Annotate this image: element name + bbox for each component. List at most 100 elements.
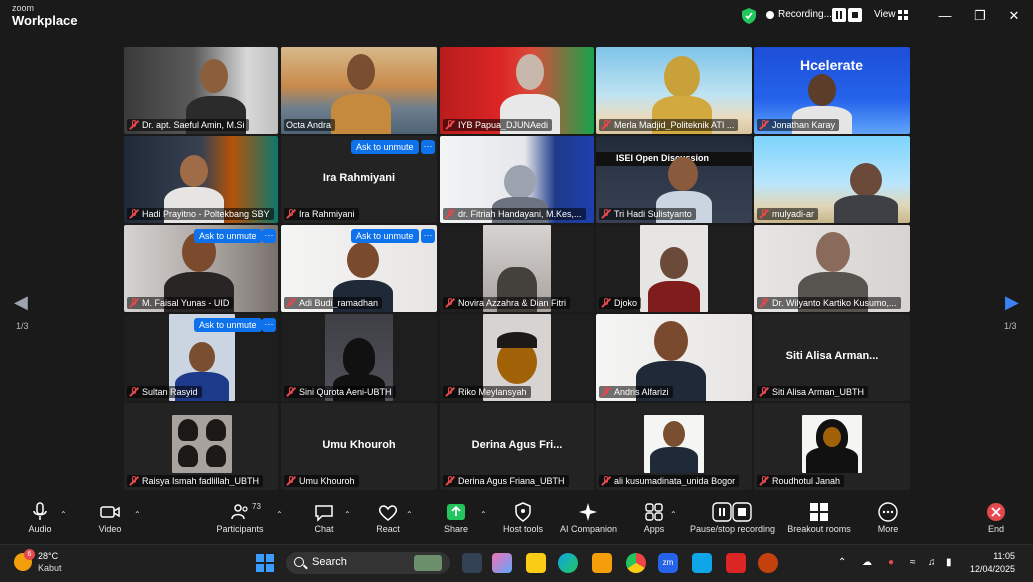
participant-tile[interactable]: Raisya Ismah fadlillah_UBTH <box>124 403 278 490</box>
acrobat-icon[interactable] <box>726 553 746 573</box>
pause-stop-icon <box>712 502 752 522</box>
video-options-caret-icon[interactable]: ⌃ <box>134 510 141 519</box>
sparkle-icon <box>579 503 597 521</box>
volume-icon[interactable]: ♫ <box>928 557 936 568</box>
notepad-icon[interactable] <box>692 553 712 573</box>
participant-tile-no-video[interactable]: Derina Agus Fri... Derina Agus Friana_UB… <box>440 403 594 490</box>
view-menu[interactable]: View <box>874 9 896 20</box>
gallery-grid-icon[interactable] <box>898 10 908 20</box>
zoom-app-icon[interactable]: zm <box>658 553 678 573</box>
react-options-caret-icon[interactable]: ⌃ <box>406 510 413 519</box>
react-button[interactable]: React <box>372 502 404 534</box>
more-options-button[interactable]: ··· <box>262 229 276 243</box>
ask-to-unmute-button[interactable]: Ask to unmute <box>351 140 419 154</box>
muted-mic-icon <box>759 476 769 486</box>
participant-tile[interactable]: Hadi Prayitno - Poltekbang SBY <box>124 136 278 223</box>
participant-tile[interactable]: Novira Azzahra & Dian Fitri <box>440 225 594 312</box>
clock-date: 12/04/2025 <box>970 564 1016 574</box>
participant-tile-active-speaker[interactable]: Octa Andra <box>281 47 437 134</box>
participant-tile[interactable]: mulyadi-ar <box>754 136 910 223</box>
participant-tile[interactable]: Ask to unmute ··· Sultan Rasyid <box>124 314 278 401</box>
participant-tile[interactable]: Djoko <box>596 225 752 312</box>
show-hidden-icons-caret-icon[interactable]: ⌃ <box>838 557 846 568</box>
participant-tile[interactable]: Ask to unmute ··· M. Faisal Yunas - UID <box>124 225 278 312</box>
name-label: ali kusumadinata_unida Bogor <box>599 475 740 487</box>
participant-tile[interactable]: Merla Madjid_Politeknik ATI ... <box>596 47 752 134</box>
end-meeting-icon <box>987 503 1005 521</box>
chat-button[interactable]: Chat <box>308 502 340 534</box>
task-view-icon[interactable] <box>462 553 482 573</box>
participant-tile[interactable]: ali kusumadinata_unida Bogor <box>596 403 752 490</box>
audio-options-caret-icon[interactable]: ⌃ <box>60 510 67 519</box>
copilot-icon[interactable] <box>492 553 512 573</box>
previous-page-arrow-icon[interactable]: ◀ <box>14 292 28 313</box>
participant-tile[interactable]: Andris Alfarizi <box>596 314 752 401</box>
participant-tile[interactable]: dr. Fitriah Handayani, M.Kes,... <box>440 136 594 223</box>
participant-tile[interactable]: Dr. Wilyanto Kartiko Kusumo,... <box>754 225 910 312</box>
share-options-caret-icon[interactable]: ⌃ <box>480 510 487 519</box>
system-clock[interactable]: 11:05 12/04/2025 <box>970 550 1015 576</box>
apps-options-caret-icon[interactable]: ⌃ <box>670 510 677 519</box>
host-tools-label: Host tools <box>502 524 544 534</box>
name-label: Merla Madjid_Politeknik ATI ... <box>599 119 739 131</box>
apps-button[interactable]: Apps <box>638 502 670 534</box>
more-button[interactable]: More <box>872 502 904 534</box>
pause-stop-recording-button[interactable]: Pause/stop recording <box>690 502 775 534</box>
muted-mic-icon <box>601 120 611 130</box>
weather-temp: 28°C <box>38 551 59 561</box>
ask-to-unmute-button[interactable]: Ask to unmute <box>351 229 419 243</box>
participant-tile-no-video[interactable]: Siti Alisa Arman... Siti Alisa Arman_UBT… <box>754 314 910 401</box>
wifi-icon[interactable]: ≈ <box>910 557 916 568</box>
sticky-notes-icon[interactable] <box>526 553 546 573</box>
participants-options-caret-icon[interactable]: ⌃ <box>276 510 283 519</box>
minimize-window-icon[interactable]: — <box>935 6 955 26</box>
participant-tile[interactable]: Sini Qurota Aeni-UBTH <box>281 314 437 401</box>
ai-companion-button[interactable]: AI Companion <box>560 502 617 534</box>
chat-options-caret-icon[interactable]: ⌃ <box>344 510 351 519</box>
chrome-browser-icon[interactable] <box>626 553 646 573</box>
restore-window-icon[interactable]: ❐ <box>970 6 990 26</box>
host-tools-button[interactable]: Host tools <box>500 502 546 534</box>
video-button[interactable]: Video <box>94 502 126 534</box>
participant-tile[interactable]: Dr. apt. Saeful Amin, M.Si <box>124 47 278 134</box>
audio-button[interactable]: Audio <box>24 502 56 534</box>
edge-browser-icon[interactable] <box>558 553 578 573</box>
breakout-rooms-button[interactable]: Breakout rooms <box>786 502 852 534</box>
ask-to-unmute-button[interactable]: Ask to unmute <box>194 229 262 243</box>
muted-mic-icon <box>445 387 455 397</box>
more-options-button[interactable]: ··· <box>421 229 435 243</box>
participant-tile[interactable]: IYB Papua_DJUNAedi <box>440 47 594 134</box>
participant-tile[interactable]: ISEI Open Discussion Tri Hadi Sulistyant… <box>596 136 752 223</box>
close-window-icon[interactable]: ✕ <box>1004 6 1024 26</box>
windows-start-icon[interactable] <box>256 554 274 572</box>
name-label: Djoko <box>599 297 642 309</box>
participant-display-name: Derina Agus Fri... <box>471 438 563 451</box>
participant-tile[interactable]: Ask to unmute ··· Adi Budi_ramadhan <box>281 225 437 312</box>
battery-icon[interactable]: ▮ <box>946 557 952 568</box>
participant-tile[interactable]: Roudhotul Janah <box>754 403 910 490</box>
encryption-shield-icon[interactable] <box>742 8 756 24</box>
participant-tile-no-video[interactable]: Ask to unmute ··· Ira Rahmiyani Ira Rahm… <box>281 136 437 223</box>
pause-recording-button[interactable] <box>832 8 846 22</box>
cloud-icon[interactable]: ☁ <box>862 557 872 568</box>
more-options-button[interactable]: ··· <box>421 140 435 154</box>
muted-mic-icon <box>129 387 139 397</box>
meeting-toolbar: Audio ⌃ Video ⌃ Participants 73 ⌃ Chat ⌃… <box>0 496 1033 544</box>
share-button[interactable]: Share <box>440 502 472 534</box>
end-meeting-button[interactable]: End <box>980 502 1012 534</box>
name-label: Raisya Ismah fadlillah_UBTH <box>127 475 264 487</box>
participant-tile[interactable]: Hcelerate Jonathan Karay <box>754 47 910 134</box>
microphone-in-use-icon[interactable]: ● <box>888 557 894 568</box>
muted-mic-icon <box>445 476 455 486</box>
windows-taskbar: 6 28°C Kabut Search zm ⌃ ☁ ● ≈ ♫ ▮ 11:05… <box>0 544 1033 582</box>
next-page-arrow-icon[interactable]: ▶ <box>1005 292 1019 313</box>
powerpoint-icon[interactable] <box>758 553 778 573</box>
more-options-button[interactable]: ··· <box>262 318 276 332</box>
file-explorer-icon[interactable] <box>592 553 612 573</box>
muted-mic-icon <box>445 298 455 308</box>
participant-tile-no-video[interactable]: Umu Khouroh Umu Khouroh <box>281 403 437 490</box>
ask-to-unmute-button[interactable]: Ask to unmute <box>194 318 262 332</box>
participant-tile[interactable]: Riko Meylansyah <box>440 314 594 401</box>
taskbar-search-box[interactable]: Search <box>286 552 450 574</box>
stop-recording-button[interactable] <box>848 8 862 22</box>
